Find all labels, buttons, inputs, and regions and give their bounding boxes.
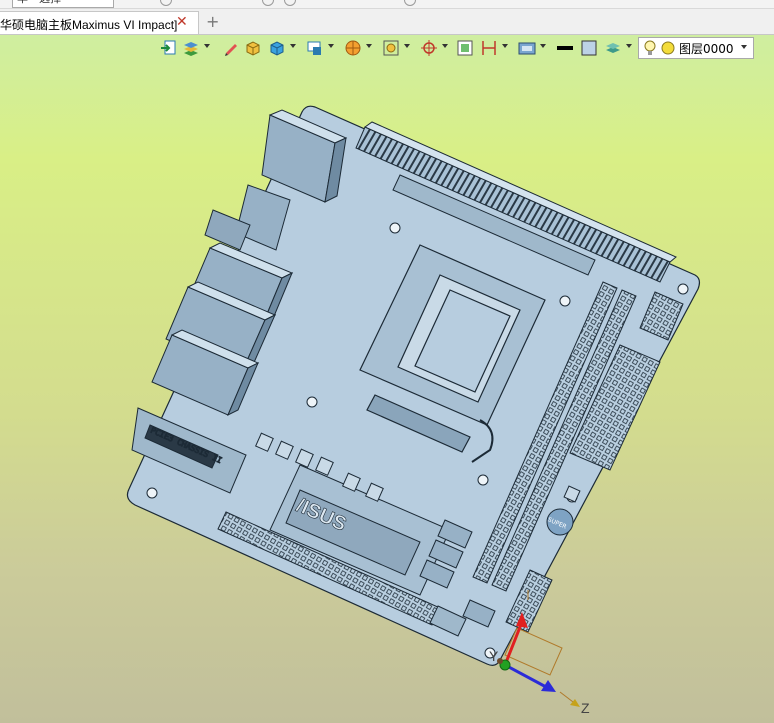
circle-tool-icon[interactable]: [160, 0, 172, 6]
z-axis-label: Z: [581, 700, 590, 716]
document-tab[interactable]: 华硕电脑主板Maximus VI Impact] ✕: [0, 11, 199, 34]
model-scene[interactable]: PCIE3 CHASSIS II /ISUS SUPER: [0, 35, 774, 723]
top-toolbar-strip: 华 - 选择: [0, 0, 774, 9]
top-selector[interactable]: 华 - 选择: [12, 0, 114, 8]
document-tab-title: 华硕电脑主板Maximus VI Impact]: [0, 18, 178, 32]
document-tab-bar: 华硕电脑主板Maximus VI Impact] ✕ +: [0, 9, 774, 35]
add-tab-icon[interactable]: +: [206, 12, 219, 31]
super-badge: SUPER: [546, 508, 574, 536]
z-axis-line: [504, 663, 549, 690]
circle-tool-icon[interactable]: [284, 0, 296, 6]
y-axis-label: Y: [489, 648, 499, 664]
circle-tool-icon[interactable]: [262, 0, 274, 6]
circle-tool-icon[interactable]: [404, 0, 416, 6]
close-icon[interactable]: ✕: [176, 14, 188, 30]
